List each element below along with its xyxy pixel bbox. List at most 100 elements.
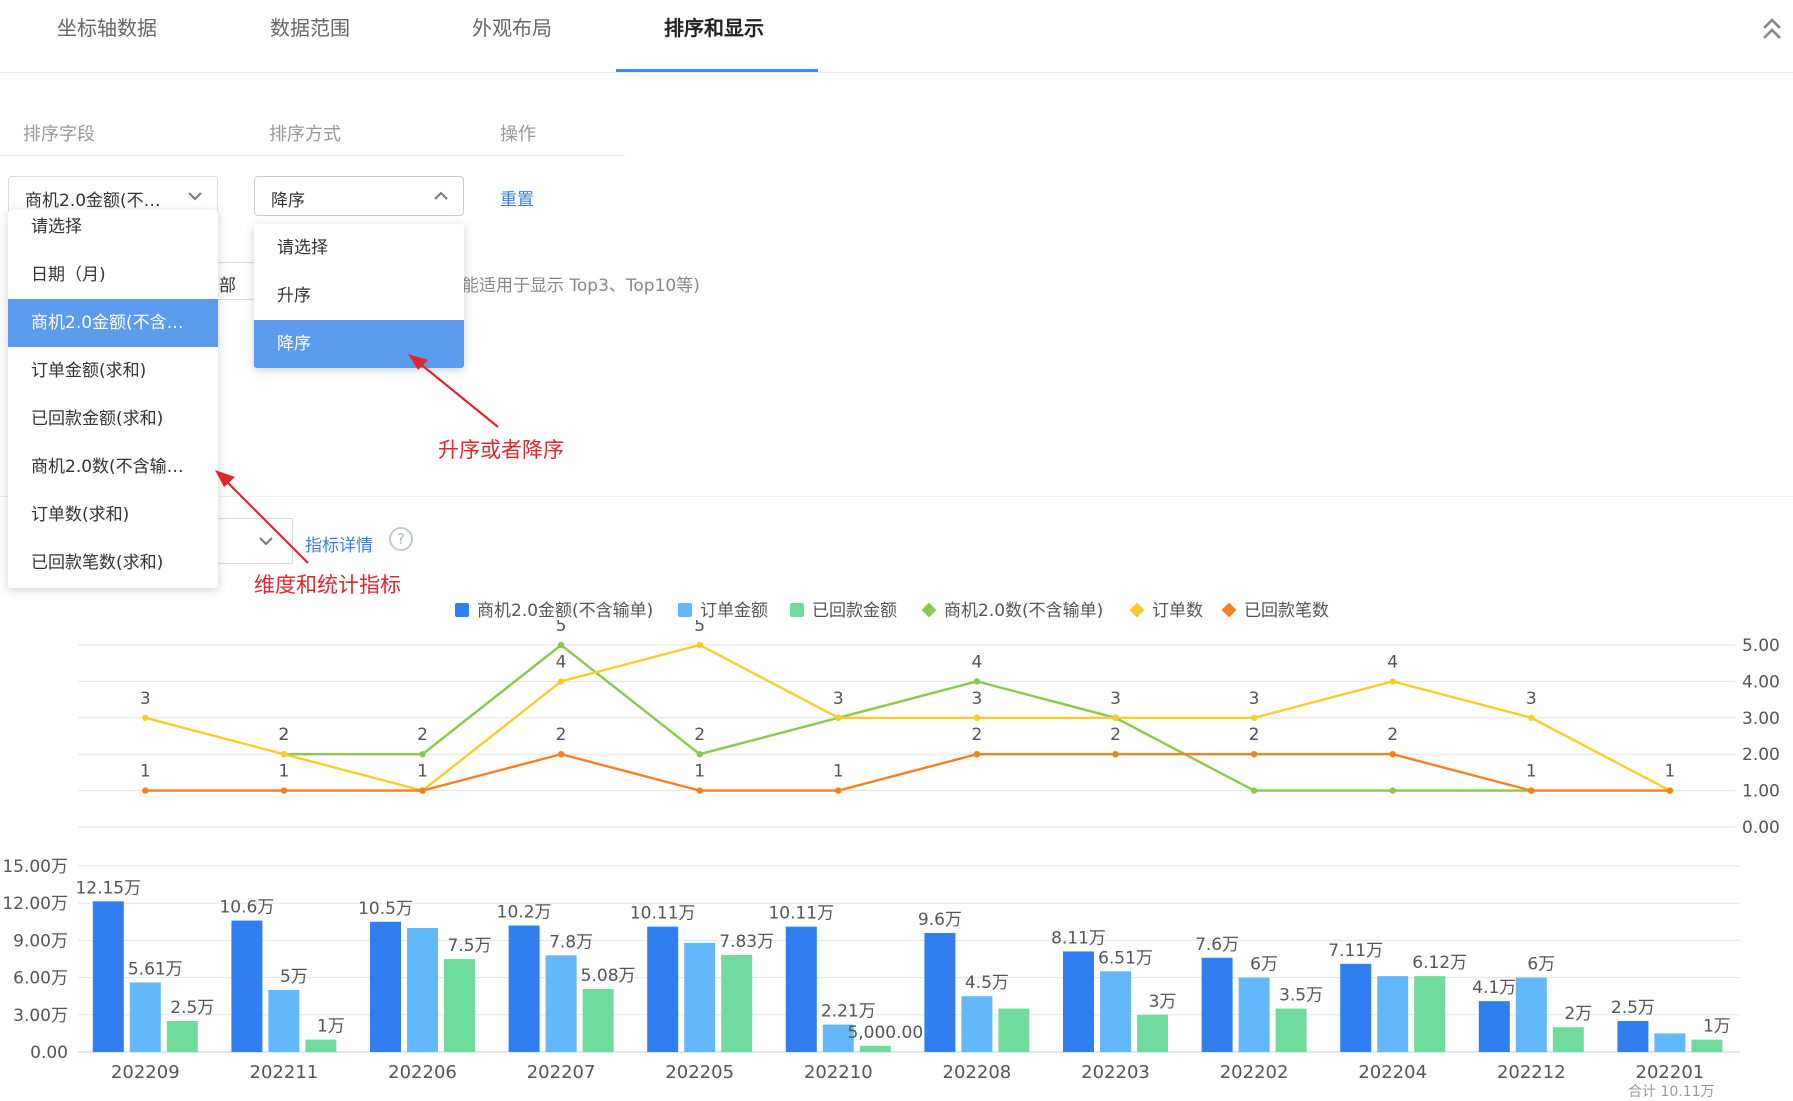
header-sort-field: 排序字段 (23, 124, 95, 145)
field-option[interactable]: 日期（月) (8, 251, 218, 299)
bar-data-label: 3.5万 (1279, 986, 1323, 1006)
x-category-label: 202205 (665, 1062, 734, 1083)
bar (1552, 1027, 1584, 1052)
bar-data-label: 6.51万 (1098, 948, 1153, 968)
line-point (973, 751, 981, 758)
line-data-label: 5 (694, 620, 705, 636)
chevron-down-icon (188, 192, 202, 201)
bar-data-label: 5万 (280, 967, 308, 987)
x-category-label: 202202 (1220, 1062, 1289, 1083)
bar (268, 990, 300, 1052)
legend-item-paid-amount[interactable]: 已回款金额 (790, 596, 897, 621)
bar-y-tick-label: 0.00 (30, 1043, 68, 1063)
bar-data-label: 7.8万 (549, 932, 593, 952)
bar-data-label: 1万 (317, 1017, 345, 1037)
line-data-label: 2 (1110, 725, 1121, 745)
bar (924, 932, 956, 1052)
line-point (1389, 751, 1396, 758)
field-option[interactable]: 已回款金额(求和) (8, 395, 218, 443)
annotation-dims-text: 维度和统计指标 (254, 573, 401, 597)
line-point (419, 751, 426, 758)
bar (508, 925, 540, 1052)
field-option[interactable]: 订单数(求和) (8, 491, 218, 539)
tab-sort-display[interactable]: 排序和显示 (664, 12, 764, 41)
bar (1063, 951, 1094, 1052)
collapse-icon[interactable] (1761, 16, 1783, 42)
chart-footer-total: 合计 10.11万 (1628, 1084, 1715, 1100)
method-option-selected[interactable]: 降序 (254, 320, 464, 368)
bar (1617, 1021, 1649, 1052)
x-category-label: 202210 (804, 1062, 873, 1083)
legend-item-order-count[interactable]: 订单数 (1129, 596, 1203, 621)
bar (444, 959, 475, 1052)
line-y-tick-label: 0.00 (1742, 818, 1780, 838)
bar-data-label: 12.15万 (75, 878, 141, 898)
line-data-label: 3 (1249, 689, 1260, 709)
legend-swatch (1221, 602, 1237, 618)
bar-data-label: 6万 (1250, 955, 1278, 975)
bar (166, 1021, 198, 1052)
x-category-label: 202208 (943, 1062, 1012, 1083)
bar-y-tick-label: 12.00万 (2, 894, 68, 914)
tab-bar: 坐标轴数据 数据范围 外观布局 排序和显示 (0, 0, 1793, 73)
bar-y-tick-label: 15.00万 (2, 857, 68, 877)
bar-data-label: 8.11万 (1051, 928, 1106, 948)
line-point (1666, 787, 1674, 794)
legend-label: 已回款金额 (812, 601, 897, 621)
legend-label: 订单数 (1152, 601, 1203, 621)
annotation-arrowhead-dims (215, 470, 235, 487)
tab-layout[interactable]: 外观布局 (472, 12, 552, 41)
bar-y-tick-label: 9.00万 (13, 931, 68, 951)
line-point (1112, 751, 1119, 758)
sort-field-value: 商机2.0金额(不… (25, 191, 161, 211)
legend-label: 商机2.0金额(不含输单) (477, 601, 654, 621)
bar-data-label: 9.6万 (918, 910, 962, 930)
bar-data-label: 10.2万 (497, 903, 552, 923)
sort-method-value: 降序 (271, 191, 305, 211)
bar (1340, 963, 1372, 1052)
line-data-label: 3 (1110, 689, 1121, 709)
reset-button[interactable]: 重置 (500, 185, 534, 210)
x-category-label: 202212 (1497, 1062, 1566, 1083)
help-icon[interactable]: ? (389, 527, 413, 551)
top-n-select[interactable]: 部 (216, 262, 258, 300)
legend-item-opp-count[interactable]: 商机2.0数(不含输单) (921, 596, 1103, 621)
sort-field-dropdown: 请选择 日期（月) 商机2.0金额(不含… 订单金额(求和) 已回款金额(求和)… (8, 210, 218, 588)
bar (231, 920, 263, 1052)
sort-method-select[interactable]: 降序 (254, 176, 464, 216)
line-data-label: 1 (278, 762, 289, 782)
line-data-label: 1 (694, 762, 705, 782)
indicator-select[interactable] (216, 518, 293, 564)
line-data-label: 1 (140, 762, 151, 782)
bar (545, 955, 577, 1052)
bar-data-label: 10.6万 (219, 898, 274, 918)
section-divider (0, 496, 1793, 497)
field-option-selected[interactable]: 商机2.0金额(不含… (8, 299, 218, 347)
bar (92, 901, 124, 1052)
field-option[interactable]: 已回款笔数(求和) (8, 539, 218, 587)
method-option[interactable]: 请选择 (254, 224, 464, 272)
line-data-label: 1 (417, 762, 428, 782)
legend-item-paid-count[interactable]: 已回款笔数 (1221, 596, 1329, 621)
tab-axis-data[interactable]: 坐标轴数据 (57, 12, 157, 41)
field-option[interactable]: 请选择 (8, 210, 218, 251)
line-point (557, 678, 565, 685)
line-point (696, 751, 703, 758)
bar-data-label: 7.6万 (1195, 935, 1239, 955)
legend-label: 已回款笔数 (1244, 601, 1329, 621)
line-point (696, 641, 703, 649)
field-option[interactable]: 订单金额(求和) (8, 347, 218, 395)
legend-item-order-amount[interactable]: 订单金额 (678, 596, 768, 621)
line-point (557, 641, 565, 649)
line-y-tick-label: 2.00 (1742, 745, 1780, 765)
indicator-detail-link[interactable]: 指标详情 (305, 531, 373, 556)
line-point (1250, 787, 1258, 794)
x-category-label: 202204 (1358, 1062, 1427, 1083)
bar (961, 996, 993, 1052)
legend-item-opp-amount[interactable]: 商机2.0金额(不含输单) (455, 596, 653, 621)
field-option[interactable]: 商机2.0数(不含输… (8, 443, 218, 491)
bar (1478, 1001, 1510, 1052)
tab-data-range[interactable]: 数据范围 (270, 12, 350, 41)
method-option[interactable]: 升序 (254, 272, 464, 320)
line-point (973, 678, 981, 685)
